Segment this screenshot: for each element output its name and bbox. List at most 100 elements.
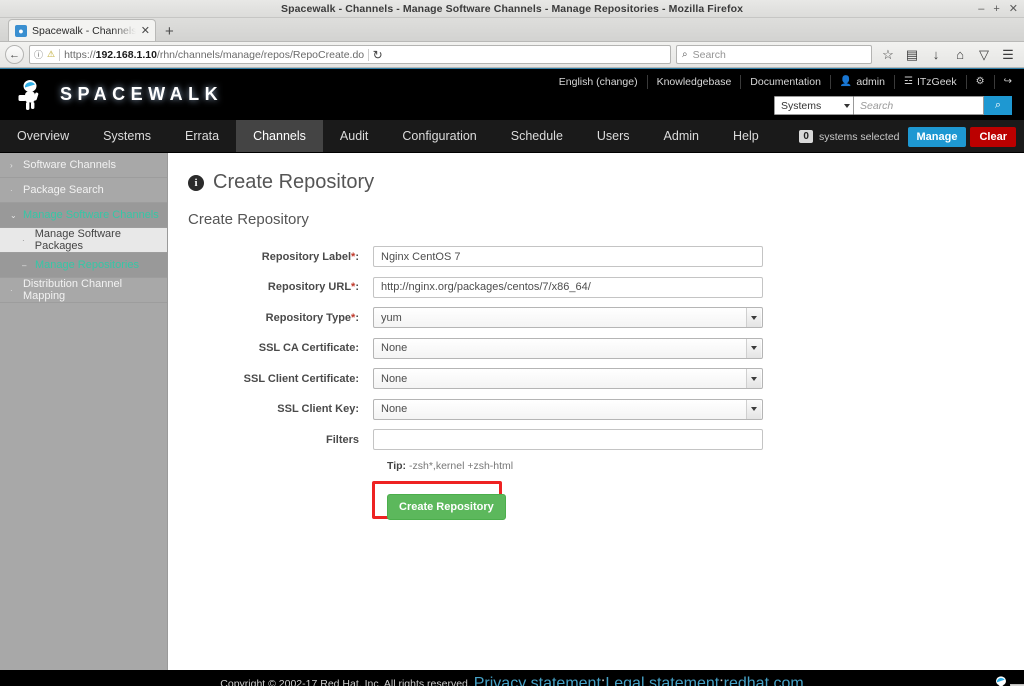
clear-button[interactable]: Clear: [970, 126, 1016, 147]
nav-item-users[interactable]: Users: [580, 120, 647, 152]
label-ssl-client-certificate-text: SSL Client Certificate: [243, 372, 356, 385]
mixed-content-warning-icon[interactable]: ⚠: [47, 49, 55, 60]
header-search-group: Systems Search ⌕: [774, 96, 1012, 115]
label-repository-url: Repository URL*:: [267, 281, 359, 293]
minimize-icon[interactable]: –: [978, 3, 984, 15]
gear-icon: ⚙: [975, 76, 985, 87]
nav-item-errata[interactable]: Errata: [168, 120, 236, 152]
label-repository-type: Repository Type*:: [265, 311, 359, 324]
header-link-documentation-label: Documentation: [750, 76, 821, 88]
ssl-ca-certificate-select[interactable]: None: [373, 337, 763, 359]
url-bar[interactable]: ⓘ ⚠ https://192.168.1.10/rhn/channels/ma…: [29, 45, 671, 64]
sidebar-item-distribution-channel-mapping[interactable]: · Distribution Channel Mapping: [0, 278, 167, 303]
back-icon[interactable]: ←: [5, 45, 24, 64]
bullet-icon: ·: [22, 235, 25, 245]
shield-icon[interactable]: ▽: [973, 45, 995, 65]
browser-tab[interactable]: ● Spacewalk - Channels - Ma ✕: [8, 19, 156, 41]
info-icon: i: [188, 174, 204, 191]
page-footer: Copyright © 2002-17 Red Hat, Inc. All ri…: [0, 670, 1024, 686]
nav-item-configuration[interactable]: Configuration: [385, 120, 493, 152]
nav-item-channels[interactable]: Channels: [236, 120, 323, 152]
label-repository-label: Repository Label*:: [261, 250, 359, 263]
search-scope-select[interactable]: Systems: [774, 96, 854, 115]
identity-icon[interactable]: ⓘ: [34, 48, 43, 61]
main-navigation: Overview Systems Errata Channels Audit C…: [0, 120, 1024, 153]
label-ssl-client-certificate: SSL Client Certificate:: [243, 372, 359, 385]
field-row-repository-url: Repository URL*: http://nginx.org/packag…: [188, 276, 1024, 298]
sidebar-item-manage-software-packages[interactable]: · Manage Software Packages: [0, 228, 167, 253]
chevron-down-icon: [746, 399, 761, 419]
required-asterisk: *: [351, 281, 356, 293]
bookmark-star-icon[interactable]: ☆: [877, 45, 899, 65]
logo-area[interactable]: SPACEWALK: [0, 69, 300, 120]
selected-count-badge: 0: [799, 130, 813, 143]
nav-item-systems[interactable]: Systems: [86, 120, 168, 152]
hamburger-menu-icon[interactable]: ☰: [997, 45, 1019, 65]
home-icon[interactable]: ⌂: [949, 45, 971, 65]
nav-item-schedule[interactable]: Schedule: [494, 120, 580, 152]
sidebar-item-software-channels[interactable]: › Software Channels: [0, 153, 167, 178]
nav-item-admin[interactable]: Admin: [647, 120, 716, 152]
repository-url-input[interactable]: http://nginx.org/packages/centos/7/x86_6…: [373, 276, 763, 298]
browser-search-input[interactable]: ⌕ Search: [676, 45, 872, 64]
tip-value: -zsh*,kernel +zsh-html: [406, 459, 514, 472]
header-link-organization[interactable]: ☲ ITzGeek: [895, 75, 967, 89]
new-tab-icon[interactable]: +: [165, 24, 174, 39]
close-icon[interactable]: ✕: [1009, 3, 1018, 15]
tip-label: Tip:: [387, 459, 407, 472]
sidebar-item-manage-software-channels-label: Manage Software Channels: [23, 209, 159, 221]
create-repository-button[interactable]: Create Repository: [387, 493, 506, 520]
footer-link-redhat[interactable]: redhat.com: [724, 675, 804, 686]
field-row-repository-type: Repository Type*: yum: [188, 307, 1024, 328]
library-icon[interactable]: ▤: [901, 45, 923, 65]
sidebar-item-manage-software-channels[interactable]: ⌄ Manage Software Channels: [0, 203, 167, 228]
sidebar-item-manage-repositories-label: Manage Repositories: [35, 259, 139, 271]
header-link-documentation[interactable]: Documentation: [741, 75, 831, 89]
filters-tip: Tip: -zsh*,kernel +zsh-html: [387, 460, 513, 472]
app-header: SPACEWALK English (change) Knowledgebase…: [0, 69, 1024, 120]
selected-count-label: systems selected: [818, 130, 900, 143]
maximize-icon[interactable]: +: [993, 3, 999, 15]
label-filters: Filters: [188, 434, 373, 446]
header-link-preferences[interactable]: ⚙: [967, 75, 995, 89]
tab-close-icon[interactable]: ✕: [141, 24, 150, 37]
repository-type-select[interactable]: yum: [373, 307, 763, 328]
header-link-signout[interactable]: ↪: [995, 75, 1024, 89]
field-row-ssl-ca-certificate: SSL CA Certificate: None: [188, 337, 1024, 359]
ssl-client-key-value: None: [381, 403, 408, 415]
filters-input[interactable]: [373, 429, 763, 450]
manage-button[interactable]: Manage: [907, 126, 967, 147]
ssl-client-certificate-select[interactable]: None: [373, 368, 763, 389]
footer-link-privacy[interactable]: Privacy statement: [474, 675, 601, 686]
create-repository-form: Repository Label*: Nginx CentOS 7 Reposi…: [188, 246, 1024, 520]
label-repository-type-text: Repository Type: [265, 311, 352, 324]
repository-label-input[interactable]: Nginx CentOS 7: [373, 246, 763, 267]
astronaut-logo-icon: [16, 78, 46, 111]
search-scope-value: Systems: [781, 99, 822, 112]
header-search-button[interactable]: ⌕: [984, 96, 1012, 115]
header-link-user-label: admin: [856, 76, 885, 88]
sidebar: › Software Channels · Package Search ⌄ M…: [0, 153, 168, 670]
ssl-client-key-select[interactable]: None: [373, 398, 763, 420]
header-search-input[interactable]: Search: [854, 96, 984, 115]
header-link-user[interactable]: 👤 admin: [831, 75, 895, 89]
header-link-language[interactable]: English (change): [550, 75, 648, 89]
downloads-icon[interactable]: ↓: [925, 45, 947, 65]
browser-tabstrip: ● Spacewalk - Channels - Ma ✕ +: [0, 18, 1024, 42]
field-row-repository-label: Repository Label*: Nginx CentOS 7: [188, 246, 1024, 267]
nav-item-help[interactable]: Help: [716, 120, 776, 152]
label-filters-text: Filters: [325, 433, 359, 446]
window-titlebar: Spacewalk - Channels - Manage Software C…: [0, 0, 1024, 18]
header-link-language-label: English (change): [558, 76, 638, 88]
sidebar-item-package-search[interactable]: · Package Search: [0, 178, 167, 203]
reload-icon[interactable]: ↻: [368, 48, 386, 61]
sidebar-item-manage-repositories[interactable]: – Manage Repositories: [0, 253, 167, 278]
sidebar-item-distribution-channel-mapping-label: Distribution Channel Mapping: [22, 278, 123, 302]
footer-link-legal[interactable]: Legal statement: [605, 675, 719, 686]
nav-item-overview[interactable]: Overview: [0, 120, 86, 152]
required-asterisk: *: [351, 311, 356, 324]
nav-item-audit[interactable]: Audit: [323, 120, 386, 152]
browser-toolbar-icons: ☆ ▤ ↓ ⌂ ▽ ☰: [877, 45, 1019, 65]
header-link-knowledgebase[interactable]: Knowledgebase: [648, 75, 742, 89]
chevron-right-icon: ›: [10, 160, 13, 170]
